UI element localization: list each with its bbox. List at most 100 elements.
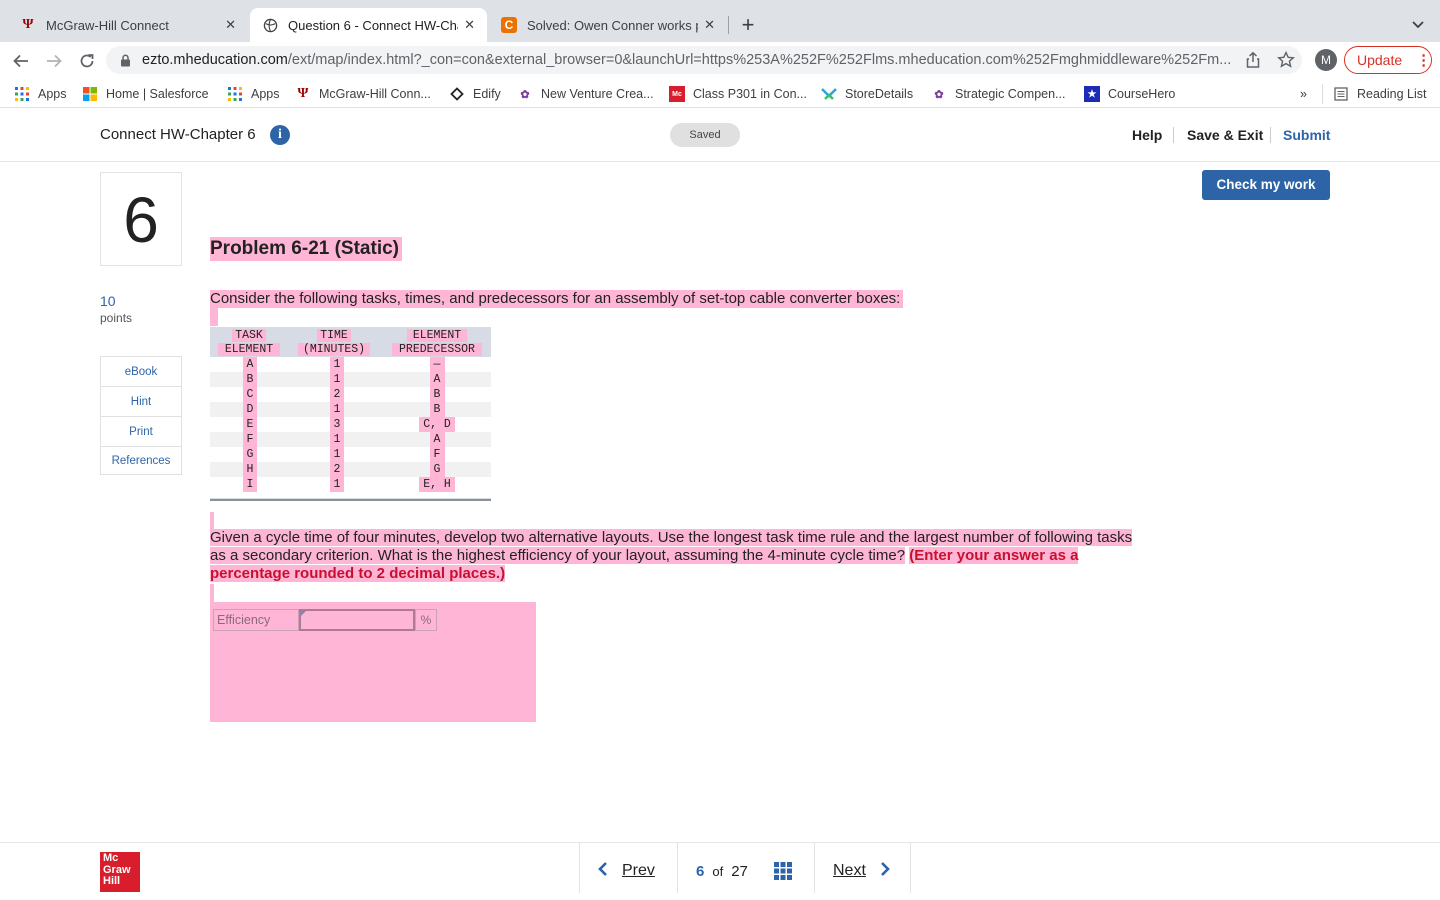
assignment-title: Connect HW-Chapter 6 — [100, 125, 256, 145]
hint-button[interactable]: Hint — [101, 387, 181, 416]
more-bookmarks-chevron[interactable]: » — [1300, 84, 1307, 104]
coursehero-star-icon: ★ — [1084, 86, 1100, 102]
close-tab-icon[interactable]: ✕ — [225, 17, 236, 33]
bookmark-mcgraw-hill[interactable]: Ψ McGraw-Hill Conn... — [295, 84, 431, 104]
ebook-button[interactable]: eBook — [101, 357, 181, 386]
bookmark-divider — [1322, 84, 1323, 104]
bookmark-class-p301[interactable]: Mc Class P301 in Con... — [669, 84, 807, 104]
bookmark-storedetails[interactable]: StoreDetails — [821, 84, 913, 104]
predecessor-cell: F — [429, 447, 445, 462]
help-link[interactable]: Help — [1132, 127, 1162, 143]
bookmark-label: Apps — [38, 87, 67, 101]
bookmark-strategic-compen[interactable]: ✿ Strategic Compen... — [931, 84, 1065, 104]
problem-intro-text: Consider the following tasks, times, and… — [210, 290, 901, 307]
share-icon[interactable] — [1244, 51, 1262, 69]
bookmark-label: CourseHero — [1108, 87, 1176, 101]
question-grid-icon[interactable] — [774, 862, 792, 880]
task-cell: A — [243, 357, 257, 372]
profile-avatar[interactable]: M — [1315, 49, 1337, 71]
next-button[interactable]: Next — [833, 859, 892, 883]
bookmark-new-venture[interactable]: ✿ New Venture Crea... — [517, 84, 653, 104]
bookmark-coursehero[interactable]: ★ CourseHero — [1084, 84, 1175, 104]
help-label: Help — [1132, 127, 1163, 143]
save-exit-label: Save & Exit — [1187, 127, 1264, 143]
header-divider — [1270, 127, 1271, 143]
bookmark-star-icon[interactable] — [1276, 50, 1296, 70]
task-cell: E — [243, 417, 257, 432]
of-label: of — [712, 863, 724, 879]
tab-search-chevron-icon[interactable] — [1408, 14, 1428, 34]
time-cell: 1 — [330, 372, 344, 387]
save-exit-link[interactable]: Save & Exit — [1187, 127, 1263, 143]
update-button[interactable]: Update ⋮ — [1344, 46, 1432, 74]
prev-button[interactable]: Prev — [596, 859, 655, 883]
table-row: I 1 E, H — [210, 477, 491, 492]
time-cell: 2 — [330, 462, 344, 477]
chevron-left-icon — [596, 861, 610, 882]
header-text: PREDECESSOR — [399, 343, 475, 356]
predecessor-cell: G — [429, 462, 445, 477]
indiana-university-icon: Ψ — [22, 17, 34, 32]
question-number-box: 6 — [100, 172, 182, 266]
time-cell: 2 — [330, 387, 344, 402]
forward-arrow-icon[interactable] — [43, 50, 65, 72]
bookmark-label: Edify — [473, 87, 501, 101]
new-tab-icon[interactable]: + — [738, 13, 758, 37]
table-header-cell: PREDECESSOR — [392, 343, 482, 356]
tab-question-6[interactable]: Question 6 - Connect HW-Cha ✕ — [250, 8, 487, 42]
globe-icon — [262, 17, 278, 33]
reload-icon[interactable] — [76, 50, 98, 72]
reading-list-icon — [1333, 86, 1349, 102]
grapes-icon: ✿ — [520, 88, 530, 101]
highlight-marker — [210, 308, 218, 326]
predecessor-cell: A — [429, 432, 445, 447]
tab-separator — [728, 16, 729, 34]
table-body: A 1— B 1 A C 2 B D 1 B E 3 C, D F 1 A G 1 F H 2 G I 1 E, H — [210, 357, 491, 492]
next-label: Next — [833, 862, 866, 879]
tab-mcgraw-hill-connect[interactable]: Ψ McGraw-Hill Connect ✕ — [8, 8, 248, 42]
table-bottom-rule — [210, 498, 491, 501]
percent-unit: % — [415, 609, 437, 631]
points-label: points — [100, 311, 132, 325]
address-bar[interactable]: ezto.mheducation.com/ext/map/index.html?… — [106, 46, 1302, 74]
efficiency-input[interactable] — [299, 609, 415, 631]
update-label: Update — [1357, 52, 1403, 68]
references-button[interactable]: References — [101, 446, 181, 475]
bookmark-apps[interactable]: Apps — [14, 84, 67, 104]
bookmark-edify[interactable]: Edify — [449, 84, 501, 104]
close-tab-icon[interactable]: ✕ — [464, 17, 475, 33]
time-cell: 1 — [330, 447, 344, 462]
table-row: E 3 C, D — [210, 417, 491, 432]
task-cell: H — [243, 462, 257, 477]
edify-diamond-icon — [449, 86, 465, 102]
time-cell: 1 — [330, 477, 344, 492]
url-host: ezto.mheducation.com — [142, 52, 288, 68]
tab-chegg-solved[interactable]: C Solved: Owen Conner works pa ✕ — [489, 8, 727, 42]
back-arrow-icon[interactable] — [10, 50, 32, 72]
bookmark-apps-2[interactable]: Apps — [227, 84, 280, 104]
table-header-cell: (MINUTES) — [298, 343, 370, 356]
time-cell: 1 — [330, 357, 344, 372]
check-my-work-button[interactable]: Check my work — [1202, 170, 1330, 200]
print-button[interactable]: Print — [101, 417, 181, 446]
bookmark-salesforce[interactable]: Home | Salesforce — [82, 84, 209, 104]
close-tab-icon[interactable]: ✕ — [704, 17, 715, 33]
table-row: C 2 B — [210, 387, 491, 402]
predecessor-cell: B — [429, 387, 445, 402]
total-pages: 27 — [731, 862, 748, 880]
points-label-text: points — [100, 311, 133, 325]
footer-divider — [910, 843, 911, 893]
table-row: A 1 — — [210, 357, 491, 372]
kebab-menu-icon: ⋮ — [1416, 52, 1432, 69]
problem-title: Problem 6-21 (Static) — [210, 237, 402, 261]
problem-intro: Consider the following tasks, times, and… — [210, 290, 904, 308]
problem-title-text: Problem 6-21 (Static) — [210, 238, 399, 259]
lock-icon — [120, 54, 132, 67]
time-cell: 1 — [330, 402, 344, 417]
submit-link[interactable]: Submit — [1283, 127, 1330, 143]
info-icon[interactable]: i — [270, 125, 290, 145]
points-value-text: 10 — [100, 293, 116, 309]
time-cell: 3 — [330, 417, 344, 432]
storedetails-icon — [821, 86, 837, 102]
reading-list[interactable]: Reading List — [1333, 84, 1427, 104]
